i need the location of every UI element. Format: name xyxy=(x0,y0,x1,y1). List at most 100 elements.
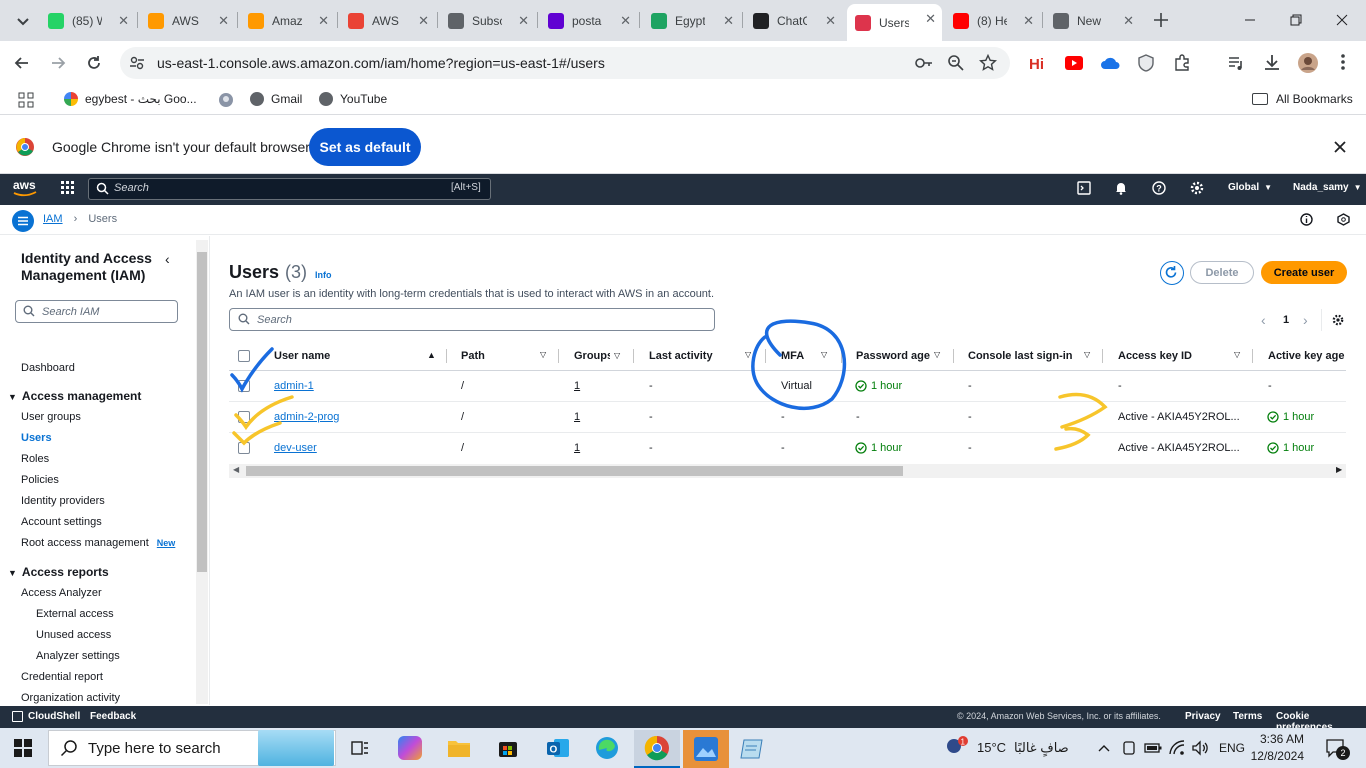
reload-icon[interactable] xyxy=(84,53,104,73)
browser-tab[interactable]: New ✕ xyxy=(1045,6,1140,35)
nav-organization-activity[interactable]: Organization activity xyxy=(21,692,120,704)
bookmark-egybest[interactable]: egybest - بحث Goo... xyxy=(64,92,197,106)
extension-cloud-icon[interactable] xyxy=(1100,55,1120,71)
language-indicator[interactable]: ENG xyxy=(1219,741,1245,755)
volume-icon[interactable] xyxy=(1191,740,1209,756)
bookmark-star-icon[interactable] xyxy=(979,54,997,72)
all-bookmarks[interactable]: All Bookmarks xyxy=(1252,92,1353,106)
delete-button[interactable]: Delete xyxy=(1190,261,1254,284)
nav-account-settings[interactable]: Account settings xyxy=(21,516,102,528)
browser-tab[interactable]: AWS ✕ xyxy=(340,6,435,35)
nav-users[interactable]: Users xyxy=(21,432,52,444)
close-tab-icon[interactable]: ✕ xyxy=(318,13,329,29)
url-text[interactable]: us-east-1.console.aws.amazon.com/iam/hom… xyxy=(157,55,605,71)
nav-access-analyzer[interactable]: Access Analyzer xyxy=(21,587,102,599)
nav-scrollbar-thumb[interactable] xyxy=(197,252,207,572)
nav-root-access-management[interactable]: Root access management New xyxy=(21,537,175,549)
terms-link[interactable]: Terms xyxy=(1233,711,1262,722)
password-key-icon[interactable] xyxy=(914,54,934,72)
battery-icon[interactable] xyxy=(1144,741,1162,755)
bookmark-image-icon[interactable] xyxy=(218,92,234,108)
weather-condition[interactable]: صافٍ غالبًا xyxy=(1014,740,1069,756)
nav-section-access-management[interactable]: ▼ Access management xyxy=(8,389,141,403)
info-panel-icon[interactable] xyxy=(1300,213,1313,226)
apps-grid-icon[interactable] xyxy=(18,92,34,108)
zoom-icon[interactable] xyxy=(947,54,965,72)
create-user-button[interactable]: Create user xyxy=(1261,261,1347,284)
browser-tab[interactable]: Amaz ✕ xyxy=(240,6,335,35)
browser-tab[interactable]: Egypt ✕ xyxy=(643,6,740,35)
weather-icon[interactable]: 1 xyxy=(945,736,969,758)
windows-start-icon[interactable] xyxy=(14,739,32,757)
clock[interactable]: 3:36 AM 12/8/2024 xyxy=(1248,731,1304,765)
help-icon[interactable]: ? xyxy=(1152,181,1166,195)
scroll-right-icon[interactable]: ▶ xyxy=(1336,465,1342,474)
downloads-icon[interactable] xyxy=(1263,53,1281,71)
breadcrumb-iam[interactable]: IAM xyxy=(43,213,63,225)
microsoft-store-icon[interactable] xyxy=(497,737,519,759)
close-infobar-icon[interactable] xyxy=(1333,140,1347,154)
bookmark-youtube[interactable]: YouTube xyxy=(319,92,387,106)
file-explorer-icon[interactable] xyxy=(447,738,471,758)
notepad-app-icon[interactable] xyxy=(740,736,766,760)
edge-icon[interactable] xyxy=(595,736,619,760)
account-menu[interactable]: Nada_samy ▼ xyxy=(1293,182,1362,193)
extension-youtube-icon[interactable] xyxy=(1065,56,1083,70)
nav-user-groups[interactable]: User groups xyxy=(21,411,81,423)
browser-tab[interactable]: posta ✕ xyxy=(540,6,637,35)
tab-search-button[interactable] xyxy=(12,11,34,31)
outlook-icon[interactable]: O xyxy=(546,737,570,759)
media-controls-icon[interactable] xyxy=(1227,54,1245,72)
weather-temperature[interactable]: 15°C xyxy=(977,740,1006,755)
browser-menu-icon[interactable] xyxy=(1336,53,1350,71)
close-tab-icon[interactable]: ✕ xyxy=(218,13,229,29)
feedback-link[interactable]: Feedback xyxy=(90,711,136,722)
cloudshell-icon[interactable] xyxy=(1077,181,1091,195)
minimize-window-button[interactable] xyxy=(1240,10,1260,30)
back-icon[interactable] xyxy=(12,53,32,73)
browser-tab[interactable]: (8) He ✕ xyxy=(945,6,1040,35)
browser-tab[interactable]: Users ✕ xyxy=(847,4,942,41)
bookmark-gmail[interactable]: Gmail xyxy=(250,92,302,106)
nav-section-access-reports[interactable]: ▼ Access reports xyxy=(8,565,109,579)
new-tab-button[interactable] xyxy=(1151,10,1171,30)
task-view-icon[interactable] xyxy=(350,738,370,758)
nav-menu-toggle[interactable] xyxy=(12,210,34,232)
bell-icon[interactable] xyxy=(1114,181,1128,195)
set-default-button[interactable]: Set as default xyxy=(309,128,421,166)
close-tab-icon[interactable]: ✕ xyxy=(620,13,631,29)
nav-dashboard[interactable]: Dashboard xyxy=(21,362,75,374)
close-tab-icon[interactable]: ✕ xyxy=(925,11,936,27)
nav-roles[interactable]: Roles xyxy=(21,453,49,465)
nav-analyzer-settings[interactable]: Analyzer settings xyxy=(36,650,120,662)
nav-policies[interactable]: Policies xyxy=(21,474,59,486)
nav-identity-providers[interactable]: Identity providers xyxy=(21,495,105,507)
services-grid-icon[interactable] xyxy=(61,181,75,195)
cloudshell-link[interactable]: CloudShell xyxy=(12,711,80,722)
copilot-icon[interactable] xyxy=(398,736,422,760)
close-tab-icon[interactable]: ✕ xyxy=(723,13,734,29)
extension-shield-icon[interactable] xyxy=(1138,54,1154,72)
browser-tab[interactable]: (85) W ✕ xyxy=(40,6,135,35)
profile-avatar[interactable] xyxy=(1298,53,1318,73)
close-window-button[interactable] xyxy=(1332,10,1352,30)
close-tab-icon[interactable]: ✕ xyxy=(1123,13,1134,29)
region-selector[interactable]: Global ▼ xyxy=(1228,182,1272,193)
collapse-nav-icon[interactable]: ‹ xyxy=(165,251,170,267)
sidenav-title[interactable]: Identity and Access Management (IAM) xyxy=(21,250,161,284)
close-tab-icon[interactable]: ✕ xyxy=(518,13,529,29)
site-info-icon[interactable] xyxy=(128,54,146,72)
wifi-icon[interactable] xyxy=(1169,740,1185,756)
extension-hi-icon[interactable]: Hi xyxy=(1029,53,1047,73)
chevron-up-icon[interactable] xyxy=(1097,741,1111,755)
close-tab-icon[interactable]: ✕ xyxy=(825,13,836,29)
nav-unused-access[interactable]: Unused access xyxy=(36,629,111,641)
privacy-link[interactable]: Privacy xyxy=(1185,711,1221,722)
settings-gear-icon[interactable] xyxy=(1190,181,1204,195)
close-tab-icon[interactable]: ✕ xyxy=(1023,13,1034,29)
nav-external-access[interactable]: External access xyxy=(36,608,114,620)
browser-tab[interactable]: Subsc ✕ xyxy=(440,6,535,35)
close-tab-icon[interactable]: ✕ xyxy=(418,13,429,29)
info-link[interactable]: Info xyxy=(315,270,332,280)
device-icon[interactable] xyxy=(1122,740,1136,756)
